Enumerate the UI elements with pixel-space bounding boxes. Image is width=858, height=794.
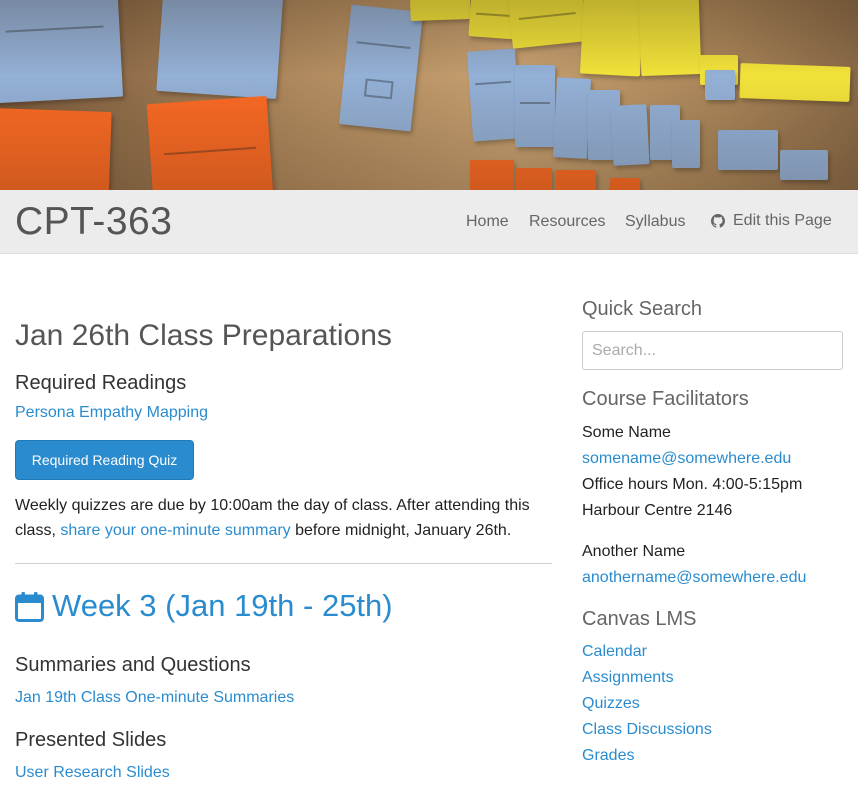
- facilitator-office-hours: Office hours Mon. 4:00-5:15pm: [582, 476, 803, 493]
- week-title-link[interactable]: Week 3 (Jan 19th - 25th): [52, 588, 393, 624]
- canvas-calendar-link[interactable]: Calendar: [582, 639, 843, 665]
- edit-page-label: Edit this Page: [733, 212, 832, 229]
- page-title: Jan 26th Class Preparations: [15, 319, 392, 352]
- canvas-discussions-link[interactable]: Class Discussions: [582, 717, 843, 743]
- quick-search-heading: Quick Search: [582, 298, 703, 320]
- edit-page-link[interactable]: Edit this Page: [711, 212, 832, 230]
- required-readings-heading: Required Readings: [15, 372, 187, 394]
- canvas-assignments-link[interactable]: Assignments: [582, 665, 843, 691]
- site-title[interactable]: CPT-363: [15, 200, 172, 244]
- nav-syllabus-link[interactable]: Syllabus: [625, 213, 685, 231]
- one-minute-summaries-link[interactable]: Jan 19th Class One-minute Summaries: [15, 689, 294, 706]
- one-minute-summary-link[interactable]: share your one-minute summary: [60, 522, 290, 539]
- facilitator-name: Another Name: [582, 543, 686, 560]
- user-research-slides-link[interactable]: User Research Slides: [15, 764, 170, 781]
- canvas-links-list: Calendar Assignments Quizzes Class Discu…: [582, 639, 843, 769]
- top-navbar: CPT-363 Home Resources Syllabus Edit thi…: [0, 190, 858, 254]
- canvas-quizzes-link[interactable]: Quizzes: [582, 691, 843, 717]
- banner-shading: [0, 0, 858, 190]
- quiz-notice-deadline: before midnight, January 26th.: [295, 522, 512, 539]
- calendar-icon: [15, 591, 44, 622]
- summaries-heading: Summaries and Questions: [15, 654, 251, 676]
- facilitator-card: Some Name somename@somewhere.edu Office …: [582, 420, 843, 524]
- facilitator-email-link[interactable]: anothername@somewhere.edu: [582, 565, 843, 591]
- search-input[interactable]: [582, 331, 843, 370]
- nav-home-link[interactable]: Home: [466, 213, 509, 231]
- main-content: Jan 26th Class Preparations Required Rea…: [15, 318, 552, 782]
- persona-empathy-mapping-link[interactable]: Persona Empathy Mapping: [15, 404, 208, 421]
- facilitator-card: Another Name anothername@somewhere.edu: [582, 539, 843, 591]
- course-facilitators-heading: Course Facilitators: [582, 388, 749, 410]
- facilitator-name: Some Name: [582, 424, 671, 441]
- facilitator-email-link[interactable]: somename@somewhere.edu: [582, 446, 843, 472]
- section-divider: [15, 563, 552, 564]
- github-icon: [711, 214, 725, 228]
- week-heading[interactable]: Week 3 (Jan 19th - 25th): [15, 588, 552, 624]
- canvas-grades-link[interactable]: Grades: [582, 743, 843, 769]
- presented-slides-heading: Presented Slides: [15, 729, 167, 751]
- quiz-notice: Weekly quizzes are due by 10:00am the da…: [15, 493, 552, 543]
- facilitator-room: Harbour Centre 2146: [582, 502, 733, 519]
- required-reading-quiz-button[interactable]: Required Reading Quiz: [15, 440, 194, 480]
- canvas-lms-heading: Canvas LMS: [582, 608, 697, 630]
- header-banner-image: [0, 0, 858, 190]
- sidebar: Quick Search Course Facilitators Some Na…: [582, 298, 843, 769]
- nav-resources-link[interactable]: Resources: [529, 213, 605, 231]
